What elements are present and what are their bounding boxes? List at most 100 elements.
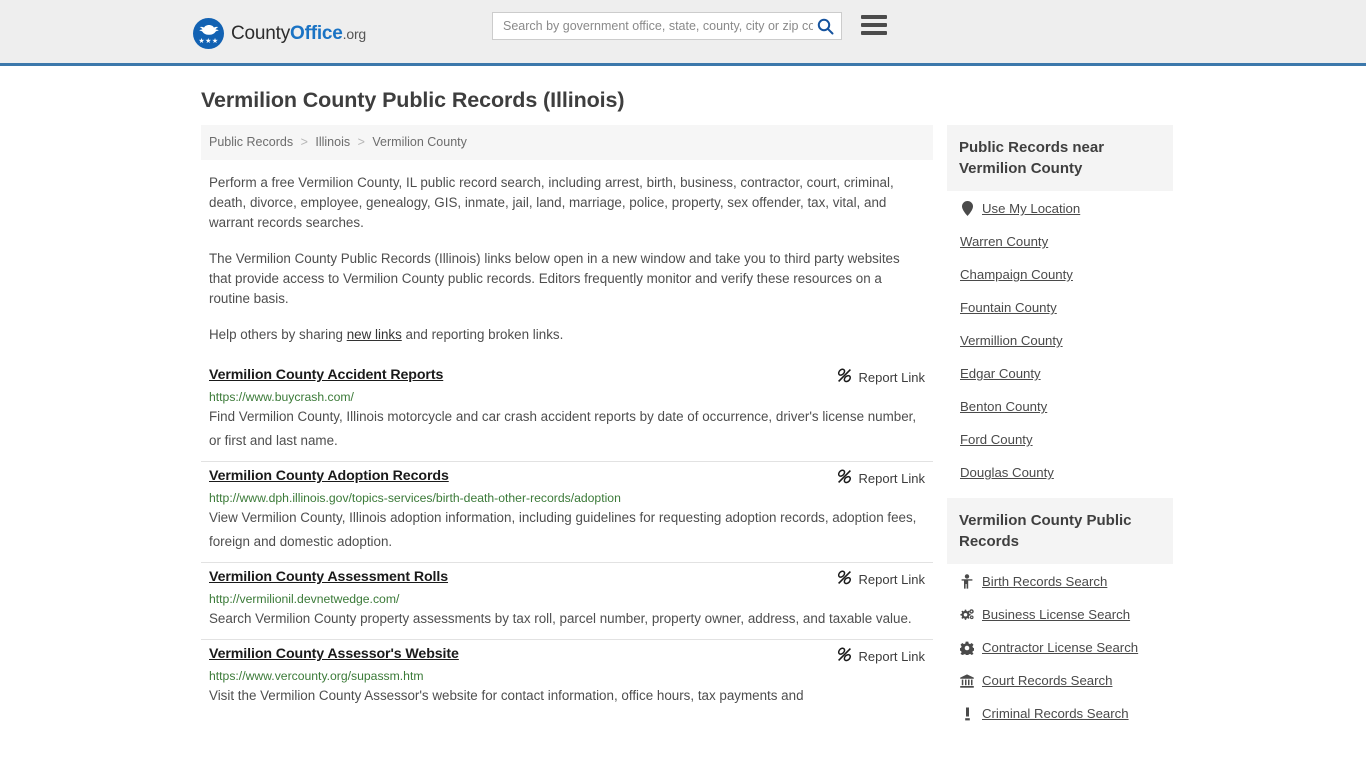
record-item: Vermilion County Assessor's Website Repor…	[201, 640, 933, 716]
intro-paragraph-1: Perform a free Vermilion County, IL publ…	[209, 175, 894, 230]
record-url[interactable]: http://vermilionil.devnetwedge.com/	[209, 592, 925, 606]
sidebar-list-item[interactable]: Ford County	[960, 432, 1173, 447]
breadcrumb-item-public-records[interactable]: Public Records	[209, 135, 293, 149]
report-link-label: Report Link	[858, 369, 925, 385]
courthouse-icon	[960, 673, 974, 688]
record-header: Vermilion County Assessor's Website Repor…	[209, 646, 925, 665]
sidebar-list-item[interactable]: Contractor License Search	[960, 640, 1173, 655]
eagle-seal-icon: ★★★	[193, 18, 224, 49]
new-links-link[interactable]: new links	[347, 327, 402, 342]
sidebar-list-item[interactable]: Benton County	[960, 399, 1173, 414]
sidebar-card-nearby: Public Records near Vermilion County Use…	[947, 125, 1173, 480]
sidebar-item-label[interactable]: Use My Location	[982, 201, 1080, 216]
page-title: Vermilion County Public Records (Illinoi…	[201, 88, 625, 112]
sidebar: Public Records near Vermilion County Use…	[933, 125, 1173, 739]
sidebar-list-item[interactable]: Champaign County	[960, 267, 1173, 282]
intro-paragraph-3: Help others by sharing new links and rep…	[201, 325, 933, 345]
search-icon	[817, 18, 833, 34]
help-suffix: and reporting broken links.	[401, 327, 564, 342]
report-link-label: Report Link	[858, 571, 925, 587]
report-link-button[interactable]: Report Link	[837, 367, 925, 386]
sidebar-item-label[interactable]: Criminal Records Search	[982, 706, 1129, 721]
sidebar-item-label[interactable]: Court Records Search	[982, 673, 1112, 688]
logo-text-county: County	[231, 22, 291, 44]
intro-text: Perform a free Vermilion County, IL publ…	[201, 173, 933, 345]
sidebar-item-label[interactable]: Champaign County	[960, 267, 1073, 282]
search-input[interactable]	[501, 14, 815, 38]
sidebar-list-item[interactable]: Vermillion County	[960, 333, 1173, 348]
sidebar-nearby-list: Use My Location Warren County Champaign Co…	[947, 191, 1173, 480]
map-pin-icon	[960, 201, 974, 216]
sidebar-list-item[interactable]: Fountain County	[960, 300, 1173, 315]
record-description: Find Vermilion County, Illinois motorcyc…	[209, 409, 917, 448]
record-title-link[interactable]: Vermilion County Assessor's Website	[209, 646, 459, 662]
sidebar-list-item[interactable]: Use My Location	[960, 201, 1173, 216]
report-link-label: Report Link	[858, 470, 925, 486]
report-link-button[interactable]: Report Link	[837, 468, 925, 487]
sidebar-item-label[interactable]: Vermillion County	[960, 333, 1063, 348]
site-header: ★★★ CountyOffice.org	[0, 0, 1366, 66]
search-button[interactable]	[815, 16, 835, 36]
record-url[interactable]: https://www.buycrash.com/	[209, 390, 925, 404]
cogs-icon	[960, 608, 974, 622]
sidebar-list-item[interactable]: Warren County	[960, 234, 1173, 249]
sidebar-item-label[interactable]: Edgar County	[960, 366, 1041, 381]
sidebar-item-label[interactable]: Birth Records Search	[982, 574, 1107, 589]
hamburger-bar	[861, 15, 887, 19]
record-title-link[interactable]: Vermilion County Adoption Records	[209, 468, 449, 484]
sidebar-list-item[interactable]: Edgar County	[960, 366, 1173, 381]
site-logo[interactable]: ★★★ CountyOffice.org	[193, 18, 366, 49]
breadcrumb: Public Records > Illinois > Vermilion Co…	[201, 125, 933, 160]
broken-link-icon	[837, 647, 852, 665]
sidebar-item-label[interactable]: Benton County	[960, 399, 1047, 414]
logo-text-office: Office	[290, 22, 343, 44]
sidebar-list-item[interactable]: Birth Records Search	[960, 574, 1173, 589]
record-item: Vermilion County Accident Reports Report …	[201, 361, 933, 462]
record-title-link[interactable]: Vermilion County Accident Reports	[209, 367, 443, 383]
sidebar-list-item[interactable]: Criminal Records Search	[960, 706, 1173, 721]
breadcrumb-item-illinois[interactable]: Illinois	[315, 135, 350, 149]
report-link-button[interactable]: Report Link	[837, 646, 925, 665]
search-box[interactable]	[492, 12, 842, 40]
logo-text: CountyOffice.org	[231, 23, 366, 45]
sidebar-records-list: Birth Records Search Business License Sea…	[947, 564, 1173, 721]
page-container: Vermilion County Public Records (Illinoi…	[193, 88, 1173, 739]
record-list: Vermilion County Accident Reports Report …	[201, 361, 933, 716]
hamburger-bar	[861, 23, 887, 27]
main-content: Public Records > Illinois > Vermilion Co…	[193, 125, 933, 739]
broken-link-icon	[837, 368, 852, 386]
sidebar-records-heading: Vermilion County Public Records	[947, 498, 1173, 564]
broken-link-icon	[837, 469, 852, 487]
report-link-button[interactable]: Report Link	[837, 569, 925, 588]
sidebar-item-label[interactable]: Business License Search	[982, 607, 1130, 622]
hamburger-menu-icon[interactable]	[861, 13, 887, 37]
record-header: Vermilion County Adoption Records Report …	[209, 468, 925, 487]
record-description: View Vermilion County, Illinois adoption…	[209, 510, 917, 549]
sidebar-card-records: Vermilion County Public Records Birth Re…	[947, 498, 1173, 721]
gear-icon	[960, 641, 974, 655]
record-url[interactable]: http://www.dph.illinois.gov/topics-servi…	[209, 491, 925, 505]
record-description: Search Vermilion County property assessm…	[209, 611, 912, 626]
breadcrumb-item-vermilion-county[interactable]: Vermilion County	[372, 135, 467, 149]
hamburger-bar	[861, 31, 887, 35]
baby-icon	[960, 574, 974, 589]
sidebar-list-item[interactable]: Business License Search	[960, 607, 1173, 622]
sidebar-item-label[interactable]: Douglas County	[960, 465, 1054, 480]
intro-paragraph-2: The Vermilion County Public Records (Ill…	[209, 251, 900, 306]
broken-link-icon	[837, 570, 852, 588]
sidebar-item-label[interactable]: Ford County	[960, 432, 1033, 447]
record-url[interactable]: https://www.vercounty.org/supassm.htm	[209, 669, 925, 683]
sidebar-item-label[interactable]: Warren County	[960, 234, 1048, 249]
gavel-icon	[960, 707, 974, 721]
logo-text-org: .org	[342, 25, 367, 42]
sidebar-item-label[interactable]: Fountain County	[960, 300, 1057, 315]
sidebar-nearby-heading: Public Records near Vermilion County	[947, 125, 1173, 191]
record-title-link[interactable]: Vermilion County Assessment Rolls	[209, 569, 448, 585]
help-prefix: Help others by sharing	[209, 327, 347, 342]
sidebar-item-label[interactable]: Contractor License Search	[982, 640, 1138, 655]
record-header: Vermilion County Assessment Rolls Report …	[209, 569, 925, 588]
sidebar-list-item[interactable]: Douglas County	[960, 465, 1173, 480]
sidebar-list-item[interactable]: Court Records Search	[960, 673, 1173, 688]
breadcrumb-separator: >	[300, 135, 308, 149]
eagle-glyph	[198, 25, 219, 35]
